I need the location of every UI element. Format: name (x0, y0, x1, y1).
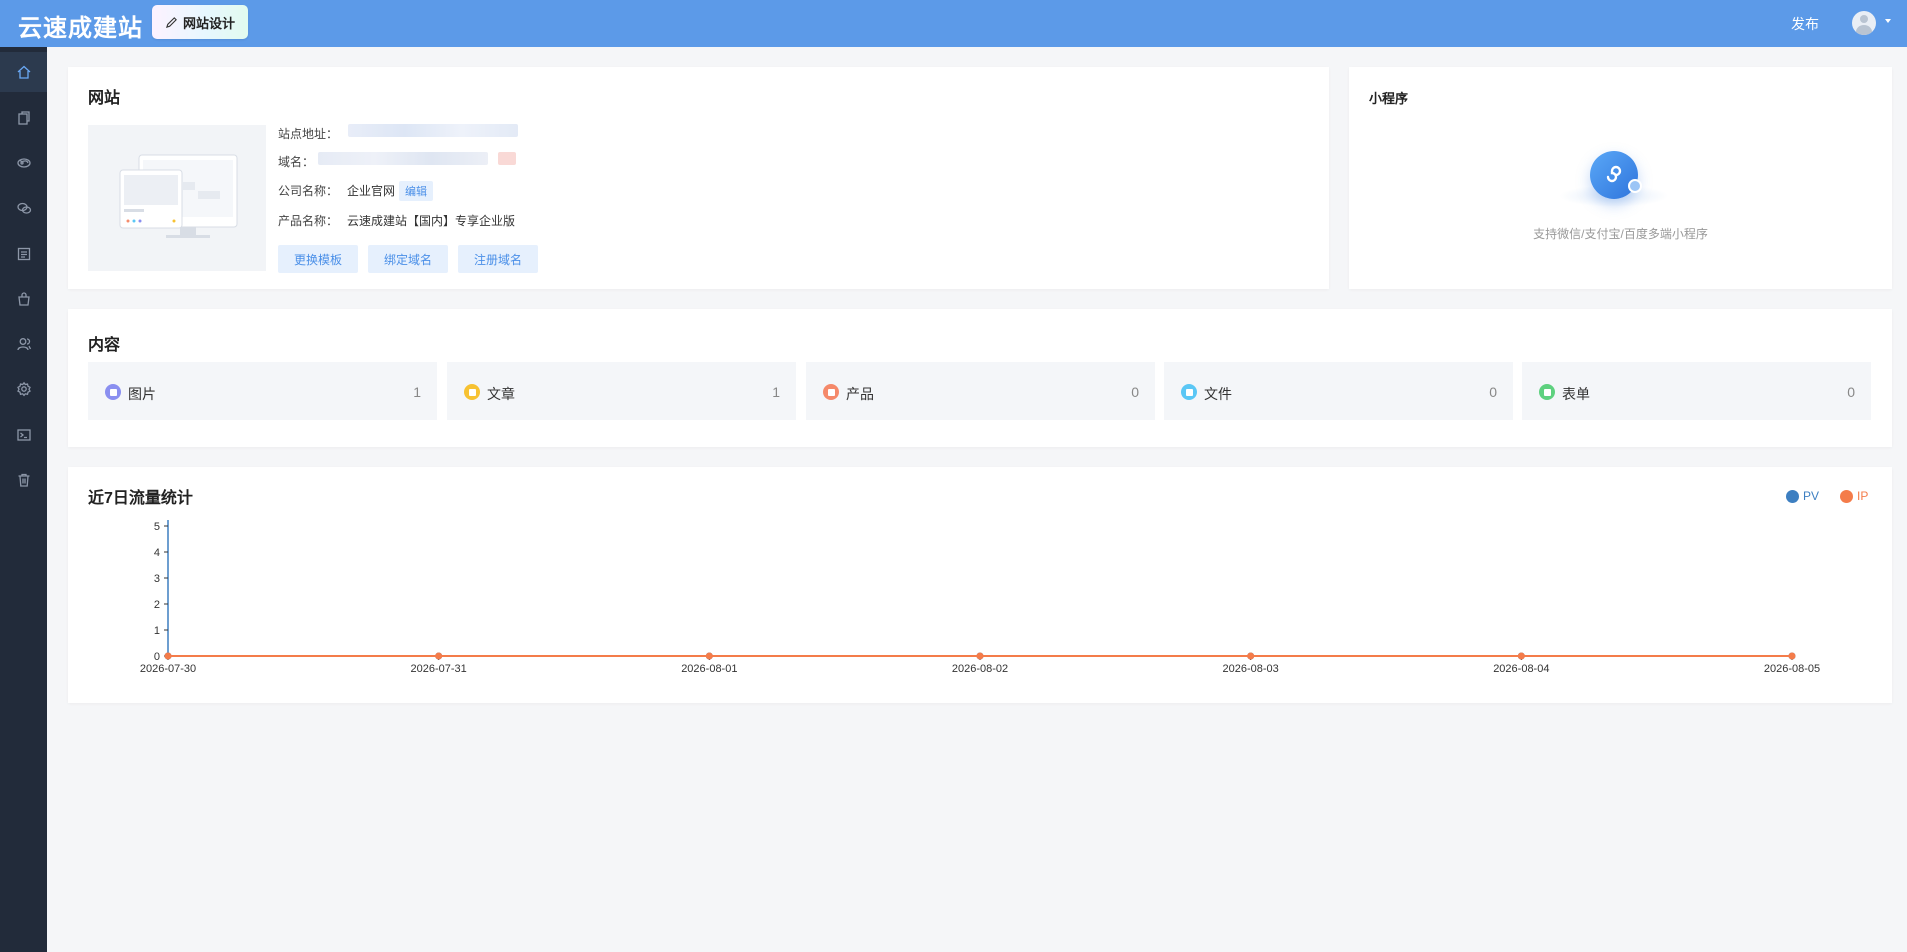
content-tile-articles[interactable]: 文章 1 (447, 362, 796, 420)
sidebar-item-members[interactable] (0, 324, 47, 364)
traffic-line-chart: 0 1 2 3 4 5 2026-07-30 2026-07-31 2026-08-01 2026… (140, 520, 1820, 675)
tile-label: 表单 (1562, 386, 1590, 402)
sidebar (0, 47, 47, 952)
x-tick-label: 2026-08-04 (1493, 663, 1549, 675)
wechat-icon (16, 202, 31, 214)
trash-icon (18, 473, 29, 487)
article-icon (464, 384, 480, 400)
domain-flag-redacted (498, 152, 516, 165)
tile-count: 0 (1847, 384, 1855, 400)
site-url-label: 站点地址： (278, 127, 339, 141)
y-tick-label: 4 (154, 547, 160, 559)
x-tick-label: 2026-08-03 (1223, 663, 1279, 675)
content-tile-files[interactable]: 文件 0 (1164, 362, 1513, 420)
sidebar-item-articles[interactable] (0, 234, 47, 274)
bind-domain-button[interactable]: 绑定域名 (368, 245, 448, 273)
domain-value-redacted (318, 152, 488, 165)
sidebar-item-design[interactable] (0, 143, 47, 183)
shop-bag-icon (17, 292, 30, 306)
data-point-ip (164, 652, 172, 660)
template-preview-image (119, 154, 238, 238)
y-tick-label: 2 (154, 599, 160, 611)
site-url-value-redacted (348, 124, 518, 137)
website-card-title: 网站 (88, 90, 121, 107)
y-tick-label: 3 (154, 573, 160, 585)
sidebar-item-wechat[interactable] (0, 188, 47, 228)
publish-button[interactable]: 发布 (1791, 14, 1819, 34)
product-icon (823, 384, 839, 400)
sidebar-item-recycle[interactable] (0, 460, 47, 500)
tile-label: 图片 (128, 386, 156, 402)
domain-label: 域名： (278, 155, 315, 169)
mini-program-title: 小程序 (1369, 91, 1409, 106)
palette-icon (16, 158, 31, 168)
tile-label: 文章 (487, 386, 515, 402)
tile-count: 0 (1489, 384, 1497, 400)
data-point-ip (1788, 652, 1796, 660)
company-value: 企业官网 (347, 184, 396, 198)
pages-icon (17, 111, 30, 125)
sidebar-item-shop[interactable] (0, 279, 47, 319)
gear-icon (16, 381, 31, 397)
x-tick-label: 2026-08-02 (952, 663, 1008, 675)
company-label: 公司名称： (278, 184, 339, 198)
mini-program-logo-icon (1606, 165, 1622, 183)
content-tile-images[interactable]: 图片 1 (88, 362, 437, 420)
sidebar-item-settings[interactable] (0, 369, 47, 409)
top-bar: 云速成建站 网站设计 发布 (0, 0, 1907, 47)
y-tick-label: 0 (154, 651, 160, 663)
brand-logo[interactable]: 云速成建站 (18, 8, 143, 43)
article-list-icon (17, 247, 30, 261)
data-point-ip (1517, 652, 1525, 660)
mini-program-desc: 支持微信/支付宝/百度多端小程序 (1533, 227, 1708, 241)
chevron-down-icon[interactable] (1885, 19, 1891, 23)
data-point-ip (976, 652, 984, 660)
change-template-button[interactable]: 更换模板 (278, 245, 358, 273)
content-card-title: 内容 (88, 337, 121, 354)
image-icon (105, 384, 121, 400)
content-tile-forms[interactable]: 表单 0 (1522, 362, 1871, 420)
sidebar-item-console[interactable] (0, 415, 47, 455)
tile-label: 产品 (846, 386, 874, 402)
traffic-card: 近7日流量统计 PV IP 0 1 2 3 4 5 2026-07-30 2026-07-31… (68, 467, 1892, 703)
x-tick-label: 2026-07-30 (140, 663, 196, 675)
product-value: 云速成建站【国内】专享企业版 (347, 214, 516, 228)
tile-count: 1 (413, 384, 421, 400)
website-design-button[interactable]: 网站设计 (152, 5, 248, 39)
folder-icon (1181, 384, 1197, 400)
x-tick-label: 2026-08-05 (1764, 663, 1820, 675)
tile-count: 0 (1131, 384, 1139, 400)
content-card: 内容 图片 1 文章 1 产品 0 文件 0 表单 0 (68, 309, 1892, 447)
y-tick-label: 1 (154, 625, 160, 637)
y-tick-label: 5 (154, 521, 160, 533)
website-design-label: 网站设计 (182, 15, 235, 31)
website-card: 网站 站点地址： 域名： 公司名称： 企业官网 编辑 产品名称： 云速成建站【国… (68, 67, 1329, 289)
data-point-ip (1247, 652, 1255, 660)
check-icon (1628, 179, 1642, 193)
pencil-icon (165, 16, 177, 28)
x-tick-label: 2026-07-31 (411, 663, 467, 675)
x-tick-label: 2026-08-01 (681, 663, 737, 675)
form-icon (1539, 384, 1555, 400)
data-point-ip (705, 652, 713, 660)
mini-program-card: 小程序 支持微信/支付宝/百度多端小程序 (1349, 67, 1892, 289)
tile-count: 1 (772, 384, 780, 400)
terminal-icon (16, 429, 31, 441)
product-label: 产品名称： (278, 214, 339, 228)
sidebar-item-pages[interactable] (0, 98, 47, 138)
template-thumbnail[interactable] (88, 125, 266, 271)
home-icon (17, 65, 30, 79)
data-point-ip (435, 652, 443, 660)
avatar[interactable] (1852, 11, 1876, 35)
sidebar-item-home[interactable] (0, 52, 47, 92)
members-icon (16, 338, 31, 351)
register-domain-button[interactable]: 注册域名 (458, 245, 538, 273)
edit-company-button[interactable]: 编辑 (399, 181, 433, 201)
content-tile-products[interactable]: 产品 0 (806, 362, 1155, 420)
tile-label: 文件 (1204, 386, 1232, 402)
